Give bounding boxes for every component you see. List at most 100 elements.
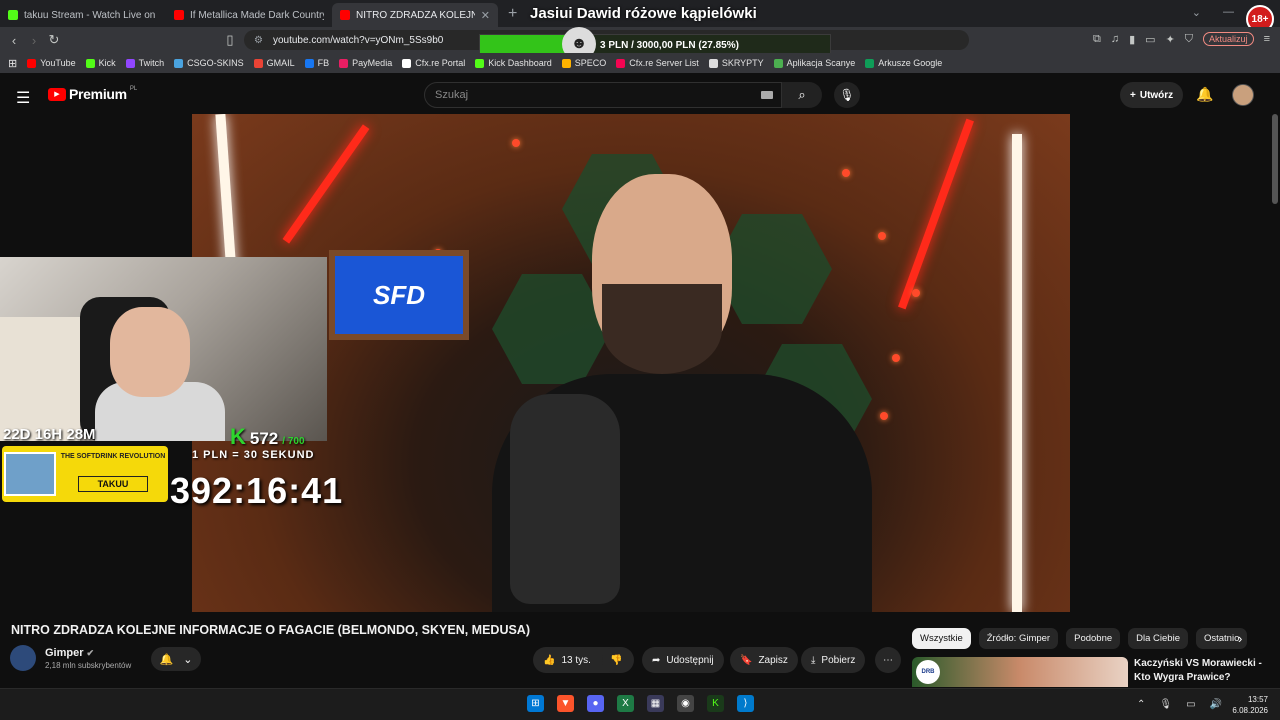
network-icon[interactable]: ▭ — [1186, 699, 1195, 710]
reload-icon[interactable]: ↻ — [44, 32, 64, 48]
recommended-thumbnail[interactable]: DRB — [912, 657, 1128, 687]
search-input[interactable]: Szukaj — [424, 82, 782, 108]
bookmark-item[interactable]: GMAIL — [253, 58, 295, 68]
shield-icon[interactable]: ⛉ — [1185, 33, 1193, 46]
sfd-logo-screen: SFD — [329, 250, 469, 340]
search-button[interactable]: ⌕ — [782, 82, 822, 108]
filter-chip[interactable]: Dla Ciebie — [1128, 628, 1188, 649]
windows-start-icon[interactable]: ⊞ — [527, 695, 544, 712]
media-app-icon[interactable]: ▦ — [647, 695, 664, 712]
channel-name-row[interactable]: Gimper ✔ — [45, 647, 94, 659]
sponsor-heading: THE SOFTDRINK REVOLUTION — [60, 453, 166, 460]
system-clock[interactable]: 13:57 6.08.2026 — [1232, 694, 1268, 716]
ai-icon[interactable]: ✦ — [1166, 33, 1175, 46]
brave-browser-icon[interactable]: ▼ — [557, 695, 574, 712]
bookmark-item[interactable]: PayMedia — [339, 58, 392, 68]
os-taskbar: ⊞ ▼ ● X ▦ ◉ K ⟩ ⌃ 🎙 ▭ 🔊 13:57 6.08.2026 — [0, 688, 1280, 720]
minimize-icon[interactable]: — — [1223, 6, 1234, 19]
channel-badge: DRB — [916, 660, 940, 684]
bell-icon[interactable]: 🔔 — [1196, 86, 1213, 103]
bookmark-item[interactable]: Cfx.re Portal — [402, 58, 465, 68]
bookmark-item[interactable]: Aplikacja Scanye — [773, 58, 856, 68]
wallet-icon[interactable]: ▭ — [1145, 33, 1155, 46]
filter-chip[interactable]: Wszystkie — [912, 628, 971, 649]
notification-bell-button[interactable]: 🔔 ⌄ — [151, 647, 201, 671]
forward-icon[interactable]: › — [24, 33, 44, 48]
update-button[interactable]: Aktualizuj — [1203, 32, 1254, 46]
bookmark-label: Arkusze Google — [878, 58, 943, 68]
subathon-time-left: 22D 16H 28M — [3, 426, 96, 443]
bookmark-favicon-icon — [304, 58, 314, 68]
bookmark-item[interactable]: Kick — [85, 58, 116, 68]
recommended-title[interactable]: Kaczyński VS Morawiecki - Kto Wygra Praw… — [1134, 657, 1264, 685]
kick-favicon-icon — [8, 10, 18, 20]
hamburger-icon[interactable]: ☰ — [16, 88, 30, 108]
bookmark-label: YouTube — [40, 58, 76, 68]
bookmark-item[interactable]: YouTube — [27, 58, 76, 68]
bell-icon: 🔔 — [159, 653, 174, 666]
bookmark-label: Kick — [98, 58, 116, 68]
browser-tab-active[interactable]: NITRO ZDRADZA KOLEJNE IN ✕ — [332, 3, 498, 27]
create-button[interactable]: + Utwórz — [1120, 82, 1184, 108]
youtube-logo[interactable]: ▶ Premium PL — [48, 86, 137, 102]
tab-title: If Metallica Made Dark Country (Seei — [190, 9, 324, 21]
bookmark-favicon-icon — [339, 58, 349, 68]
dislike-button[interactable]: 👎 — [602, 647, 634, 673]
tray-chevron-icon[interactable]: ⌃ — [1137, 699, 1145, 710]
video-title: NITRO ZDRADZA KOLEJNE INFORMACJE O FAGAC… — [11, 623, 530, 637]
vscode-icon[interactable]: ⟩ — [737, 695, 754, 712]
search-icon: ⌕ — [798, 87, 806, 102]
discord-icon[interactable]: ● — [587, 695, 604, 712]
light-bulb — [912, 289, 920, 297]
more-icon: ⋯ — [883, 654, 893, 666]
bookmark-item[interactable]: Arkusze Google — [865, 58, 942, 68]
avatar[interactable] — [1232, 84, 1254, 106]
bookmark-item[interactable]: SKRYPTY — [708, 58, 764, 68]
clock-time: 13:57 — [1247, 695, 1268, 704]
more-actions-button[interactable]: ⋯ — [875, 647, 901, 673]
extensions-icon[interactable]: ⧉ — [1093, 33, 1101, 46]
bookmark-item[interactable]: Cfx.re Server List — [616, 58, 699, 68]
media-icon[interactable]: ♫ — [1111, 33, 1119, 45]
channel-avatar[interactable] — [10, 645, 36, 671]
browser-tab[interactable]: If Metallica Made Dark Country (Seei — [166, 3, 332, 27]
apps-grid-icon[interactable]: ⊞ — [8, 57, 17, 70]
volume-icon[interactable]: 🔊 — [1210, 699, 1222, 710]
obs-icon[interactable]: ◉ — [677, 695, 694, 712]
studio-microphone — [510, 394, 620, 604]
chevron-right-icon[interactable]: › — [1238, 631, 1242, 646]
download-button[interactable]: ⤓ Pobierz — [801, 647, 866, 673]
bookmark-label: Aplikacja Scanye — [786, 58, 856, 68]
share-button[interactable]: ➦ Udostępnij — [642, 647, 724, 673]
bookmark-item[interactable]: Kick Dashboard — [475, 58, 552, 68]
back-icon[interactable]: ‹ — [4, 33, 24, 48]
filter-chip[interactable]: Podobne — [1066, 628, 1121, 649]
bookmark-label: FB — [317, 58, 330, 68]
thumbs-up-icon: 👍 — [543, 654, 556, 666]
filter-chip[interactable]: Źródło: Gimper — [978, 628, 1059, 649]
bookmark-item[interactable]: FB — [304, 58, 330, 68]
bookmark-item[interactable]: Twitch — [125, 58, 165, 68]
red-neon-tube — [898, 118, 974, 310]
light-bulb — [878, 232, 886, 240]
save-button[interactable]: 🔖 Zapisz — [730, 647, 798, 673]
bookmark-page-icon[interactable]: ▯ — [220, 32, 240, 48]
bookmark-icon: 🔖 — [740, 654, 753, 666]
site-info-icon[interactable]: ⚙ — [254, 35, 263, 46]
browser-tab[interactable]: takuu Stream - Watch Live on Ki — [0, 3, 166, 27]
menu-icon[interactable]: ≡ — [1264, 33, 1270, 45]
microphone-tray-icon[interactable]: 🎙 — [1159, 699, 1172, 710]
excel-icon[interactable]: X — [617, 695, 634, 712]
sidebar-icon[interactable]: ▮ — [1129, 33, 1135, 46]
new-tab-button[interactable]: + — [498, 3, 527, 27]
save-label: Zapisz — [758, 654, 788, 666]
page-scrollbar[interactable] — [1272, 114, 1278, 204]
kick-app-icon[interactable]: K — [707, 695, 724, 712]
bookmark-item[interactable]: CSGO-SKINS — [174, 58, 244, 68]
close-tab-icon[interactable]: ✕ — [481, 9, 490, 22]
bookmark-label: Twitch — [138, 58, 165, 68]
keyboard-icon[interactable] — [761, 91, 773, 99]
bookmark-item[interactable]: SPECO — [561, 58, 606, 68]
microphone-icon[interactable]: 🎙 — [834, 82, 860, 108]
tab-search-icon[interactable]: ⌄ — [1192, 6, 1201, 19]
